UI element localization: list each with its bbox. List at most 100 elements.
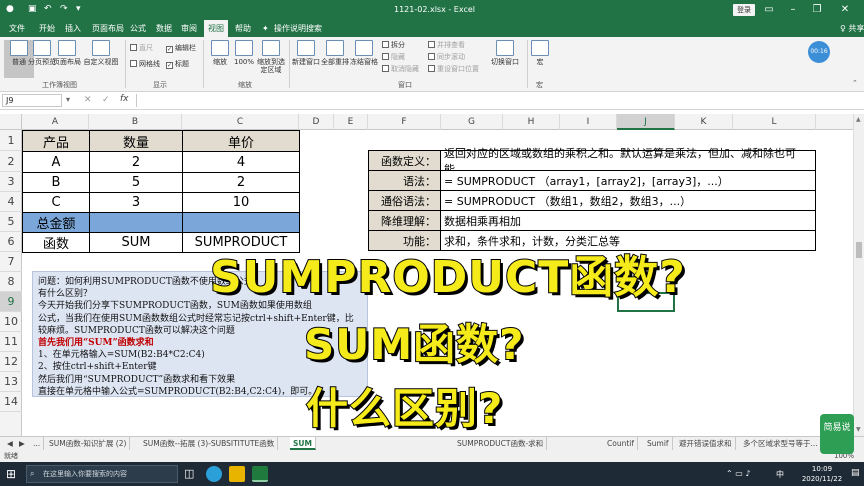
cell-c6[interactable]: SUMPRODUCT [182, 232, 300, 253]
col-header-k[interactable]: K [675, 114, 733, 130]
redo-icon[interactable]: ↷ [60, 4, 68, 15]
tab-file[interactable]: 文件 [9, 23, 25, 34]
row-header[interactable]: 11 [0, 332, 22, 352]
taskbar-search[interactable]: 在这里输入你要搜索的内容 [26, 465, 178, 483]
def-value-syntax[interactable]: = SUMPRODUCT （array1，[array2]，[array3]，.… [440, 170, 816, 191]
def-label-plain-syntax[interactable]: 通俗语法： [368, 190, 441, 211]
clock-time[interactable]: 10:09 [802, 465, 842, 473]
qat-more-icon[interactable]: ▾ [76, 4, 81, 15]
collapse-ribbon-icon[interactable]: ⌃ [852, 79, 858, 87]
def-label-syntax[interactable]: 语法： [368, 170, 441, 191]
formula-input[interactable] [136, 94, 851, 107]
fx-icon[interactable]: fx [120, 94, 129, 104]
notification-icon[interactable]: ▤ [851, 468, 860, 478]
tab-review[interactable]: 审阅 [181, 23, 197, 34]
col-header-g[interactable]: G [441, 114, 503, 130]
clock-date[interactable]: 2020/11/22 [796, 475, 848, 483]
hide-button[interactable]: 隐藏 [382, 52, 405, 62]
row-header[interactable]: 8 [0, 272, 22, 292]
cell-c4[interactable]: 10 [182, 192, 300, 213]
sheet-tab[interactable]: Sumif [644, 437, 673, 450]
row-header[interactable]: 7 [0, 252, 22, 272]
def-value-plain-syntax[interactable]: = SUMPRODUCT （数组1，数组2，数组3，...） [440, 190, 816, 211]
col-header-b[interactable]: B [89, 114, 182, 130]
row-header[interactable]: 1 [0, 130, 22, 151]
col-header-i[interactable]: I [560, 114, 617, 130]
cell-c1[interactable]: 单价 [182, 130, 300, 152]
task-view-icon[interactable]: ◫ [184, 467, 194, 480]
tab-page-layout[interactable]: 页面布局 [92, 23, 124, 34]
row-header[interactable]: 6 [0, 232, 22, 252]
row-header[interactable]: 3 [0, 172, 22, 192]
custom-view-button[interactable]: 自定义视图 [82, 40, 120, 66]
cell-a4[interactable]: C [22, 192, 90, 213]
cell-b5[interactable] [89, 212, 183, 233]
file-explorer-icon[interactable] [229, 466, 245, 482]
name-box-dropdown-icon[interactable]: ▾ [66, 95, 70, 104]
tell-me-search[interactable]: 操作说明搜索 [274, 23, 322, 34]
gridlines-checkbox[interactable]: 网格线 [130, 59, 160, 69]
col-header-h[interactable]: H [503, 114, 560, 130]
switch-windows-button[interactable]: 切换窗口 [485, 40, 525, 66]
restore-icon[interactable]: ❐ [808, 2, 826, 18]
row-header[interactable]: 12 [0, 352, 22, 372]
row-header[interactable]: 9 [0, 292, 22, 312]
def-label-reduce[interactable]: 降维理解： [368, 210, 441, 231]
cell-c2[interactable]: 4 [182, 151, 300, 173]
row-header[interactable]: 10 [0, 312, 22, 332]
scroll-down-icon[interactable]: ▼ [856, 426, 861, 433]
cell-a6[interactable]: 函数 [22, 232, 90, 253]
cell-b6[interactable]: SUM [89, 232, 183, 253]
def-label-function[interactable]: 功能： [368, 230, 441, 251]
excel-taskbar-icon[interactable] [252, 466, 268, 482]
cell-a1[interactable]: 产品 [22, 130, 90, 152]
side-by-side-button[interactable]: 并排查看 [428, 40, 465, 50]
sheet-tab[interactable]: SUM函数--拓展 (3)-SUBSITITUTE函数 [140, 437, 279, 450]
cancel-icon[interactable]: ✕ [84, 95, 92, 105]
save-icon[interactable]: ▣ [28, 4, 37, 15]
sheet-tab[interactable]: 避开错误值求和 [676, 437, 736, 450]
ruler-checkbox[interactable]: 直尺 [130, 43, 153, 53]
def-value-reduce[interactable]: 数据相乘再相加 [440, 210, 816, 231]
cell-b2[interactable]: 2 [89, 151, 183, 173]
edge-icon[interactable] [206, 466, 222, 482]
row-header[interactable]: 4 [0, 192, 22, 212]
cell-b4[interactable]: 3 [89, 192, 183, 213]
undo-icon[interactable]: ↶ [44, 4, 52, 15]
cell-c3[interactable]: 2 [182, 172, 300, 193]
select-all-corner[interactable] [0, 114, 22, 130]
next-sheet-icon[interactable]: ▶ [16, 437, 28, 450]
freeze-panes-button[interactable]: 冻结窗格 [349, 40, 379, 66]
start-icon[interactable]: ⊞ [6, 467, 16, 481]
sheet-tab-more[interactable]: ... [30, 437, 45, 450]
tray-icons[interactable]: ⌃ ▭ ♪ [726, 469, 750, 478]
name-box[interactable]: J9 [2, 94, 62, 107]
close-icon[interactable]: ✕ [836, 2, 854, 18]
def-value-function[interactable]: 求和，条件求和，计数，分类汇总等 [440, 230, 816, 251]
tab-data[interactable]: 数据 [156, 23, 172, 34]
macros-button[interactable]: 宏 [528, 40, 552, 66]
cell-b1[interactable]: 数量 [89, 130, 183, 152]
row-header[interactable]: 2 [0, 151, 22, 172]
unhide-button[interactable]: 取消隐藏 [382, 64, 419, 74]
enter-icon[interactable]: ✓ [102, 95, 110, 105]
ribbon-display-icon[interactable]: ▭ [760, 2, 778, 18]
new-window-button[interactable]: 新建窗口 [291, 40, 321, 66]
tab-view[interactable]: 视图 [204, 20, 228, 37]
def-value-definition[interactable]: 返回对应的区域或数组的乘积之和。默认运算是乘法，但加、减和除也可能。 [440, 147, 816, 176]
ime-indicator[interactable]: 中 [776, 469, 784, 480]
col-header-f[interactable]: F [368, 114, 441, 130]
page-layout-button[interactable]: 页面布局 [52, 40, 82, 66]
cell-a3[interactable]: B [22, 172, 90, 193]
sheet-tab[interactable]: SUMPRODUCT函数-求和 [454, 437, 548, 450]
cell-b3[interactable]: 5 [89, 172, 183, 193]
arrange-all-button[interactable]: 全部重排 [320, 40, 350, 66]
sync-scroll-button[interactable]: 同步滚动 [428, 52, 465, 62]
col-header-d[interactable]: D [299, 114, 334, 130]
row-header[interactable]: 5 [0, 212, 22, 232]
headings-checkbox[interactable]: ✓ 标题 [166, 59, 189, 69]
cell-a5[interactable]: 总金额 [22, 212, 90, 233]
vertical-scrollbar[interactable]: ▲ ▼ [853, 114, 864, 436]
login-button[interactable]: 登录 [733, 4, 755, 16]
minimize-icon[interactable]: – [784, 2, 802, 18]
